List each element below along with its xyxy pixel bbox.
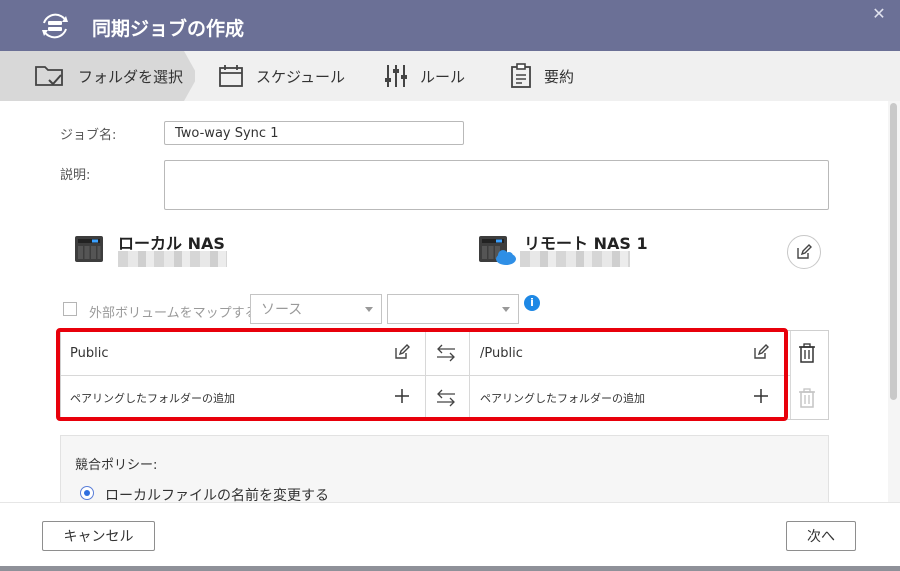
sliders-icon	[385, 65, 407, 87]
conflict-policy-panel: 競合ポリシー: ローカルファイルの名前を変更する	[60, 435, 829, 502]
delete-pair-button-disabled	[798, 387, 818, 409]
clipboard-icon	[511, 63, 531, 88]
step-summary[interactable]: 要約	[510, 51, 574, 101]
nas-device-icon	[74, 235, 104, 267]
window-title: 同期ジョブの作成	[92, 18, 245, 40]
step-label: 要約	[544, 67, 575, 86]
trash-icon	[799, 343, 815, 363]
highlight-frame	[56, 328, 788, 421]
job-name-input[interactable]: Two-way Sync 1	[164, 121, 464, 145]
cancel-button[interactable]: キャンセル	[42, 521, 155, 551]
step-rules[interactable]: ルール	[384, 51, 465, 101]
window-bottom-edge	[0, 566, 900, 571]
folder-check-icon	[35, 66, 63, 86]
edit-icon	[797, 244, 812, 259]
chevron-down-icon	[502, 307, 510, 312]
step-label: ルール	[420, 67, 466, 86]
local-nas-address-redacted	[118, 251, 227, 267]
step-label: スケジュール	[256, 67, 345, 86]
column-divider	[790, 331, 791, 419]
step-select-folder[interactable]: フォルダを選択	[34, 51, 183, 101]
step-schedule[interactable]: スケジュール	[218, 51, 345, 101]
footer-divider	[0, 502, 900, 503]
content-area: ジョブ名: Two-way Sync 1 説明: ローカル NAS リモート N…	[0, 101, 888, 502]
map-volume-checkbox[interactable]	[63, 302, 77, 316]
sync-job-icon	[38, 9, 72, 43]
nas-cloud-icon	[478, 235, 518, 271]
edit-remote-nas-button[interactable]	[787, 235, 821, 269]
conflict-policy-label: 競合ポリシー:	[75, 458, 158, 473]
map-volume-label: 外部ボリュームをマップする	[89, 306, 258, 321]
description-input[interactable]	[164, 160, 829, 210]
info-icon[interactable]: i	[524, 295, 540, 311]
close-button[interactable]: ✕	[870, 5, 888, 23]
job-name-label: ジョブ名:	[60, 128, 117, 143]
title-bar: 同期ジョブの作成 ✕	[0, 0, 900, 51]
vertical-scrollbar[interactable]	[888, 101, 900, 502]
scrollbar-thumb[interactable]	[890, 103, 897, 400]
next-button[interactable]: 次へ	[786, 521, 856, 551]
target-select[interactable]	[387, 294, 519, 324]
remote-nas-address-redacted	[520, 251, 630, 267]
wizard-steps: フォルダを選択 スケジュール ルール 要約	[0, 51, 900, 101]
source-select-value: ソース	[261, 302, 303, 318]
delete-pair-button[interactable]	[798, 342, 818, 364]
source-select[interactable]: ソース	[250, 294, 382, 324]
policy-option-label: ローカルファイルの名前を変更する	[105, 488, 329, 502]
policy-radio-selected[interactable]	[80, 486, 94, 500]
description-label: 説明:	[60, 168, 91, 183]
step-label: フォルダを選択	[78, 67, 184, 86]
calendar-icon	[219, 65, 243, 87]
chevron-down-icon	[365, 307, 373, 312]
trash-icon	[799, 388, 815, 408]
